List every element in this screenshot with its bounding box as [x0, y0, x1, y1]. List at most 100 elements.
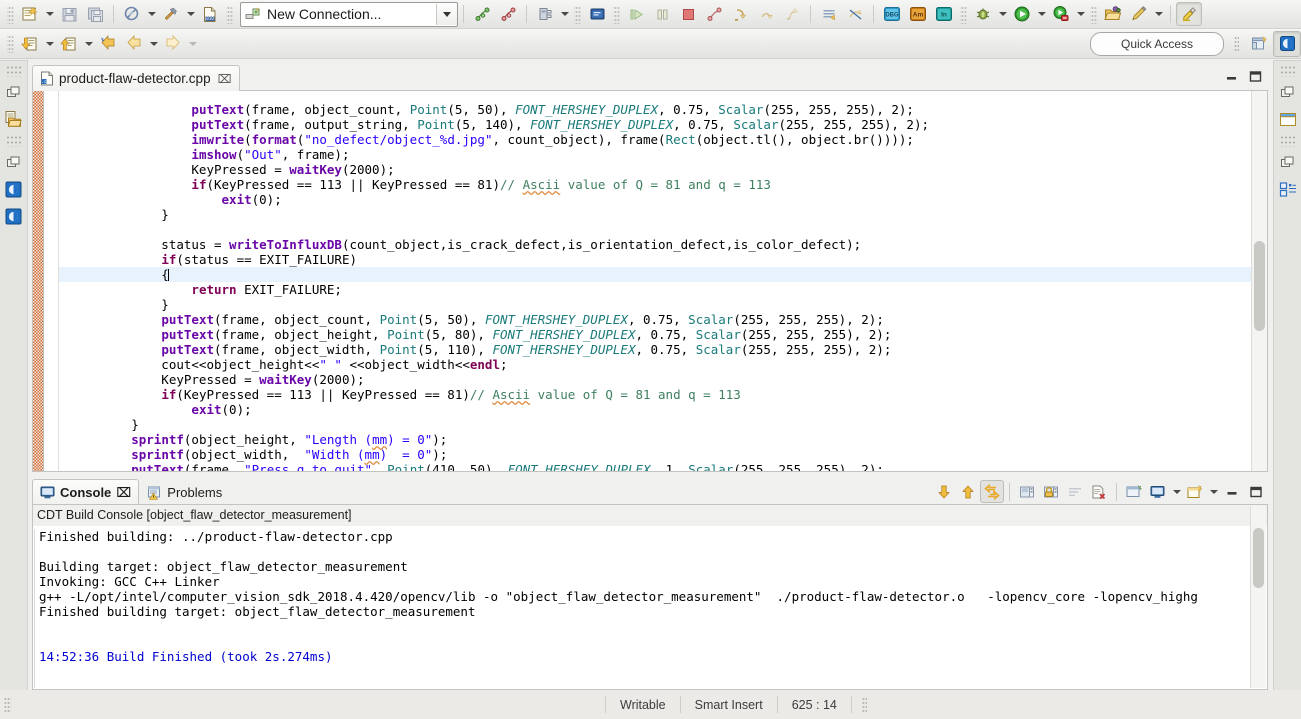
- code-line[interactable]: }: [59, 417, 1267, 432]
- back-button[interactable]: [121, 32, 147, 56]
- code-line[interactable]: sprintf(object_height, "Length (mm) = 0"…: [59, 432, 1267, 447]
- quick-access-input[interactable]: Quick Access: [1090, 31, 1224, 56]
- code-line[interactable]: putText(frame, object_height, Point(5, 8…: [59, 327, 1267, 342]
- code-line-current[interactable]: {: [59, 267, 1267, 282]
- no-launch-config-dropdown[interactable]: [145, 3, 158, 25]
- open-perspective-small-button[interactable]: [1245, 31, 1273, 57]
- new-wizard-dropdown[interactable]: [43, 3, 56, 25]
- console-new-button[interactable]: [1183, 480, 1207, 503]
- restore-left-icon[interactable]: [2, 80, 26, 104]
- rail-grip-left[interactable]: [6, 65, 21, 77]
- resume-button[interactable]: [623, 2, 649, 26]
- connection-combo[interactable]: New Connection...: [240, 1, 458, 27]
- debug-launch-dropdown[interactable]: [996, 3, 1009, 25]
- toggle-mark-occurrences-button[interactable]: [1176, 2, 1202, 26]
- suspend-button[interactable]: [649, 2, 675, 26]
- code-line[interactable]: imshow("Out", frame);: [59, 147, 1267, 162]
- breakpoints-view-icon[interactable]: [2, 204, 26, 228]
- code-line[interactable]: if(KeyPressed == 113 || KeyPressed == 81…: [59, 387, 1267, 402]
- toolbar-grip[interactable]: [7, 4, 14, 24]
- console-scroll-up-button[interactable]: [956, 480, 980, 503]
- cpp-perspective-button[interactable]: [1273, 30, 1301, 57]
- no-launch-config-button[interactable]: [119, 2, 145, 26]
- code-line[interactable]: exit(0);: [59, 402, 1267, 417]
- console-display-dropdown[interactable]: [1170, 481, 1183, 503]
- last-edit-location-button[interactable]: [95, 32, 121, 56]
- search-launch-dropdown[interactable]: [1152, 3, 1165, 25]
- amplifier-button[interactable]: Am: [905, 2, 931, 26]
- run-last-tool-button[interactable]: [469, 2, 495, 26]
- toolbar-grip-2[interactable]: [226, 4, 233, 24]
- tab-console[interactable]: Console ⌧: [32, 479, 140, 505]
- editor-tab-close-icon[interactable]: ⌧: [218, 72, 232, 86]
- step-over-button[interactable]: [753, 2, 779, 26]
- code-line[interactable]: putText(frame, "Press q to quit", Point(…: [59, 462, 1267, 471]
- code-line[interactable]: status = writeToInfluxDB(count_object,is…: [59, 237, 1267, 252]
- code-line[interactable]: imwrite(format("no_defect/object_%d.jpg"…: [59, 132, 1267, 147]
- code-lines[interactable]: putText(frame, object_count, Point(5, 50…: [59, 91, 1267, 471]
- terminal-button[interactable]: [584, 2, 610, 26]
- debug-perspective-button[interactable]: DBG: [879, 2, 905, 26]
- console-display-button[interactable]: [1146, 480, 1170, 503]
- code-line[interactable]: sprintf(object_width, "Width (mm) = 0");: [59, 447, 1267, 462]
- external-tools-dropdown[interactable]: [1074, 3, 1087, 25]
- console-remove-button[interactable]: [1087, 480, 1111, 503]
- open-resource-button[interactable]: [532, 2, 558, 26]
- restore-right-icon[interactable]: [1276, 80, 1300, 104]
- console-scroll-lock-button[interactable]: [980, 480, 1004, 503]
- code-line[interactable]: exit(0);: [59, 192, 1267, 207]
- toolbar-grip-3[interactable]: [574, 4, 581, 24]
- code-line[interactable]: [59, 91, 1267, 102]
- inspector-button[interactable]: In: [931, 2, 957, 26]
- code-line[interactable]: KeyPressed = waitKey(2000);: [59, 162, 1267, 177]
- editor-folding-column[interactable]: [44, 91, 59, 471]
- console-maximize-button[interactable]: [1244, 480, 1268, 503]
- open-perspective-button[interactable]: [1100, 2, 1126, 26]
- code-line[interactable]: putText(frame, object_count, Point(5, 50…: [59, 102, 1267, 117]
- project-explorer-icon[interactable]: [2, 107, 26, 131]
- editor-scroll-thumb[interactable]: [1254, 241, 1265, 331]
- console-tab-close-icon[interactable]: ⌧: [116, 485, 131, 501]
- restore-left-2-icon[interactable]: [2, 150, 26, 174]
- code-line[interactable]: if(status == EXIT_FAILURE): [59, 252, 1267, 267]
- code-line[interactable]: [59, 222, 1267, 237]
- run-launch-dropdown[interactable]: [1035, 3, 1048, 25]
- restore-right-2-icon[interactable]: [1276, 150, 1300, 174]
- code-line[interactable]: }: [59, 297, 1267, 312]
- console-wrap-button[interactable]: [1063, 480, 1087, 503]
- disconnect-button[interactable]: [701, 2, 727, 26]
- editor-tab-product-flaw-detector[interactable]: .c product-flaw-detector.cpp ⌧: [32, 65, 241, 91]
- build-button[interactable]: [158, 2, 184, 26]
- rail-grip-right[interactable]: [1280, 65, 1295, 77]
- binary-file-button[interactable]: 010: [197, 2, 223, 26]
- external-tools-button[interactable]: [1048, 2, 1074, 26]
- toolbar-grip-5[interactable]: [960, 4, 967, 24]
- debug-launch-button[interactable]: [970, 2, 996, 26]
- forward-button[interactable]: [160, 32, 186, 56]
- tab-problems[interactable]: Problems: [139, 479, 230, 505]
- save-button[interactable]: [56, 2, 82, 26]
- editor-minimize-button[interactable]: [1224, 69, 1238, 83]
- run-launch-button[interactable]: [1009, 2, 1035, 26]
- new-wizard-button[interactable]: [17, 2, 43, 26]
- console-clear-button[interactable]: [1015, 480, 1039, 503]
- next-edit-button[interactable]: [56, 32, 82, 56]
- toolbar2-grip[interactable]: [7, 34, 14, 53]
- open-resource-dropdown[interactable]: [558, 3, 571, 25]
- console-new-dropdown[interactable]: [1207, 481, 1220, 503]
- debug-view-icon[interactable]: [2, 177, 26, 201]
- outline-window-icon[interactable]: [1276, 107, 1300, 131]
- code-line[interactable]: }: [59, 207, 1267, 222]
- toolbar-grip-6[interactable]: [1090, 4, 1097, 24]
- editor-vertical-scrollbar[interactable]: [1251, 91, 1267, 471]
- connection-combo-arrow[interactable]: [436, 3, 457, 25]
- editor-maximize-button[interactable]: [1248, 69, 1262, 83]
- console-scroll-thumb[interactable]: [1253, 528, 1264, 588]
- rail-grip-left-2[interactable]: [6, 135, 21, 147]
- code-line[interactable]: cout<<object_height<<" " <<object_width<…: [59, 357, 1267, 372]
- console-open-button[interactable]: [1122, 480, 1146, 503]
- code-line[interactable]: KeyPressed = waitKey(2000);: [59, 372, 1267, 387]
- code-line[interactable]: putText(frame, object_count, Point(5, 50…: [59, 312, 1267, 327]
- previous-edit-dropdown[interactable]: [43, 33, 56, 55]
- code-area[interactable]: putText(frame, object_count, Point(5, 50…: [59, 91, 1267, 471]
